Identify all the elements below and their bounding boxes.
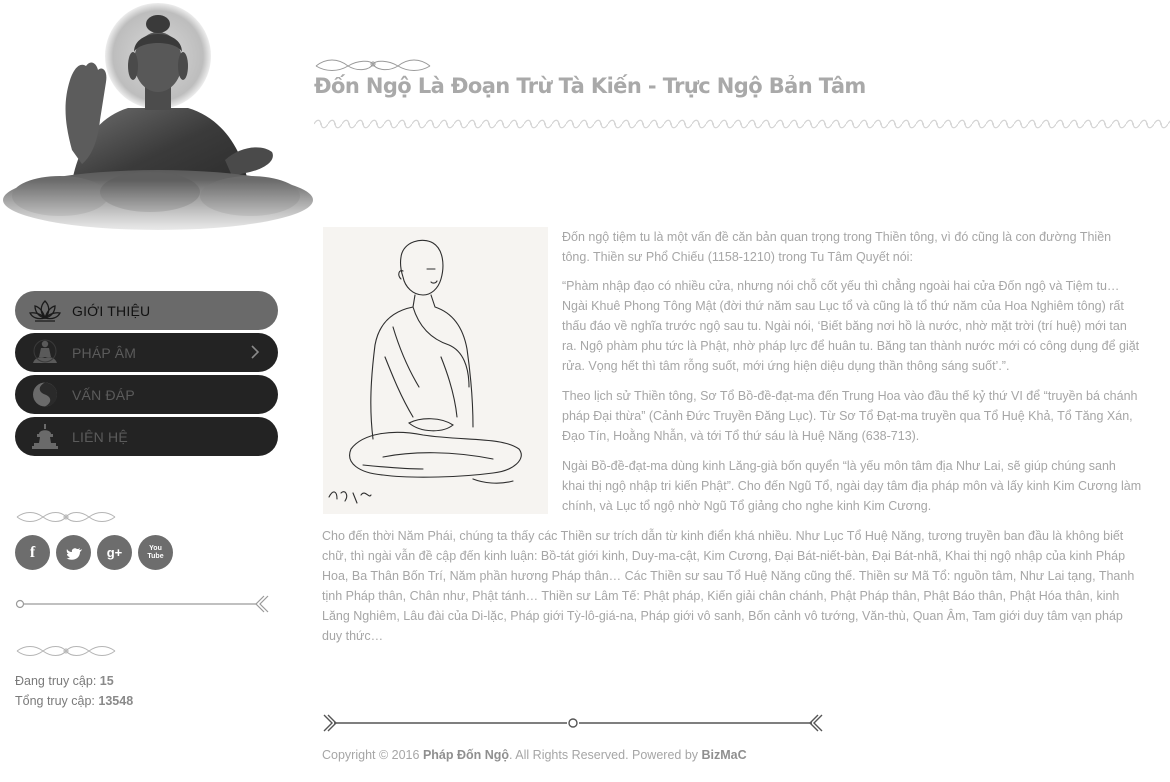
facebook-icon[interactable]: f xyxy=(15,535,50,570)
sidebar-ornament-stats xyxy=(16,646,116,656)
youtube-icon[interactable]: You Tube xyxy=(138,535,173,570)
meditating-figure-icon xyxy=(33,339,57,363)
total-visitors: Tổng truy cập: 13548 xyxy=(15,694,134,708)
stupa-icon xyxy=(32,424,58,449)
article-paragraph-4: Ngài Bồ-đề-đạt-ma dùng kinh Lăng-già bốn… xyxy=(562,459,1142,513)
copyright-footer: Copyright © 2016 Pháp Đốn Ngộ. All Right… xyxy=(322,748,747,762)
menu-item-gioi-thieu[interactable]: Giới thiệu xyxy=(15,291,278,330)
sidebar-menu: Giới thiệu Pháp âm Vấn đáp xyxy=(15,291,278,459)
google-plus-icon[interactable]: g+ xyxy=(97,535,132,570)
sidebar-ornament xyxy=(16,512,116,522)
article-paragraph-5: Cho đến thời Năm Phái, chúng ta thấy các… xyxy=(322,529,1135,643)
koi-yin-yang-icon xyxy=(33,382,57,407)
article-paragraph-3: Theo lịch sử Thiền tông, Sơ Tổ Bồ-đề-đạt… xyxy=(562,389,1138,443)
chevron-right-icon xyxy=(251,345,260,359)
menu-item-phap-am[interactable]: Pháp âm xyxy=(15,333,278,372)
visitor-stats: Đang truy cập: 15 Tổng truy cập: 13548 xyxy=(15,671,133,711)
menu-label-gioi-thieu: Giới thiệu xyxy=(72,303,151,319)
buddha-statue-image xyxy=(0,3,315,270)
online-visitors: Đang truy cập: 15 xyxy=(15,674,114,688)
menu-item-lien-he[interactable]: Liên hệ xyxy=(15,417,278,456)
article-paragraph-2: “Phàm nhập đạo có nhiều cửa, nhưng nói c… xyxy=(562,279,1140,373)
footer-divider-ornament xyxy=(323,714,823,732)
total-visitors-count: 13548 xyxy=(98,694,134,708)
menu-label-lien-he: Liên hệ xyxy=(72,429,128,445)
page-title: Đốn Ngộ Là Đoạn Trừ Tà Kiến - Trực Ngộ B… xyxy=(314,74,866,98)
powered-by-link[interactable]: BizMaC xyxy=(702,748,747,762)
article-paragraph-1: Đốn ngộ tiệm tu là một vấn đề căn bản qu… xyxy=(562,230,1112,264)
menu-label-phap-am: Pháp âm xyxy=(72,345,137,361)
social-links: f g+ You Tube xyxy=(15,535,173,570)
site-brand-link[interactable]: Pháp Đốn Ngộ xyxy=(423,748,509,762)
lotus-icon xyxy=(29,300,61,322)
title-ornament xyxy=(315,59,431,71)
menu-item-van-dap[interactable]: Vấn đáp xyxy=(15,375,278,414)
online-visitors-count: 15 xyxy=(99,674,114,688)
menu-label-van-dap: Vấn đáp xyxy=(72,387,135,403)
twitter-icon[interactable] xyxy=(56,535,91,570)
seated-monk-sketch-image xyxy=(323,227,548,514)
sidebar-slider-ornament xyxy=(15,595,269,613)
decorative-title-border xyxy=(314,118,1170,130)
